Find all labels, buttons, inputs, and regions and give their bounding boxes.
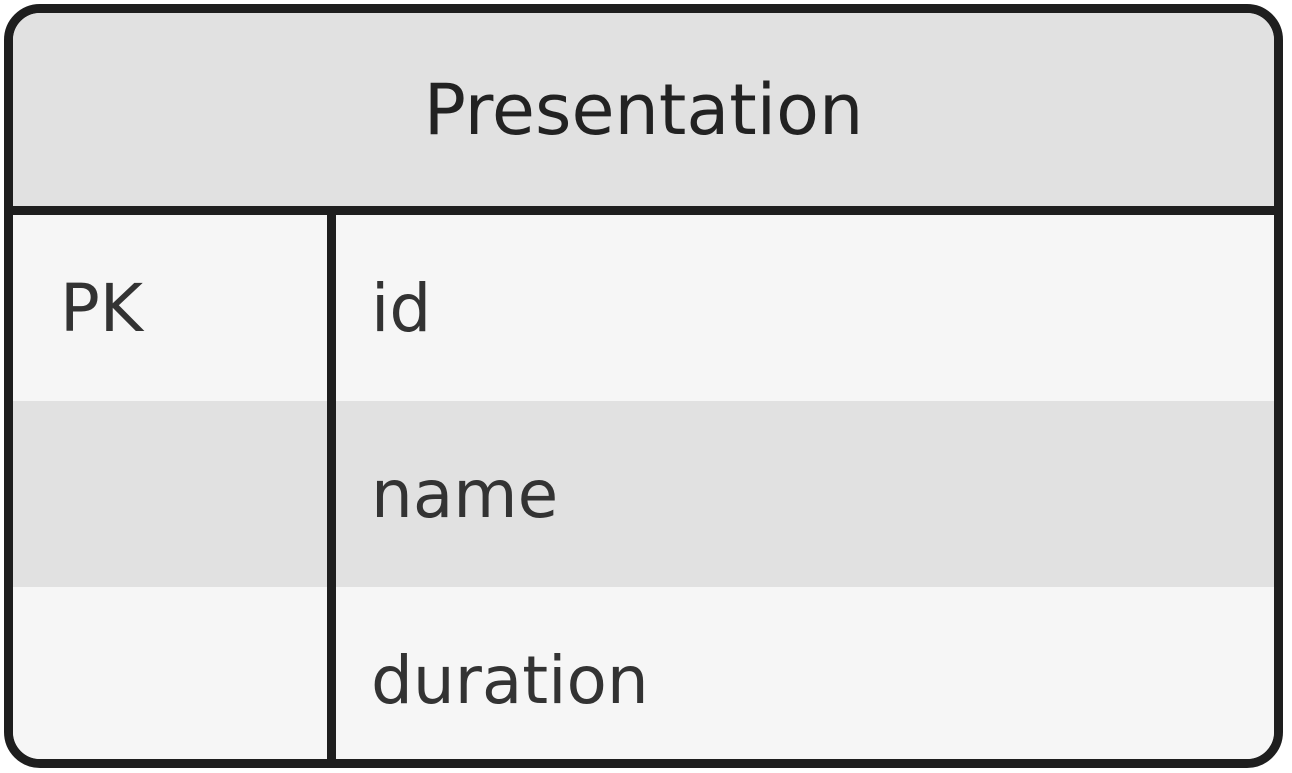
attribute-name: id [371, 269, 432, 347]
column-divider [327, 215, 336, 759]
attribute-key: PK [60, 269, 144, 347]
attribute-name: name [371, 455, 559, 533]
attribute-key [13, 587, 327, 759]
entity-title: Presentation [13, 13, 1274, 215]
attribute-row-name: name [13, 401, 1274, 587]
entity-attributes: PK id name duration [13, 215, 1274, 759]
attribute-key [13, 401, 327, 587]
attribute-row-id: PK id [13, 215, 1274, 401]
entity-presentation[interactable]: Presentation PK id name duration [4, 4, 1283, 768]
attribute-name: duration [371, 641, 649, 719]
attribute-row-duration: duration [13, 587, 1274, 759]
